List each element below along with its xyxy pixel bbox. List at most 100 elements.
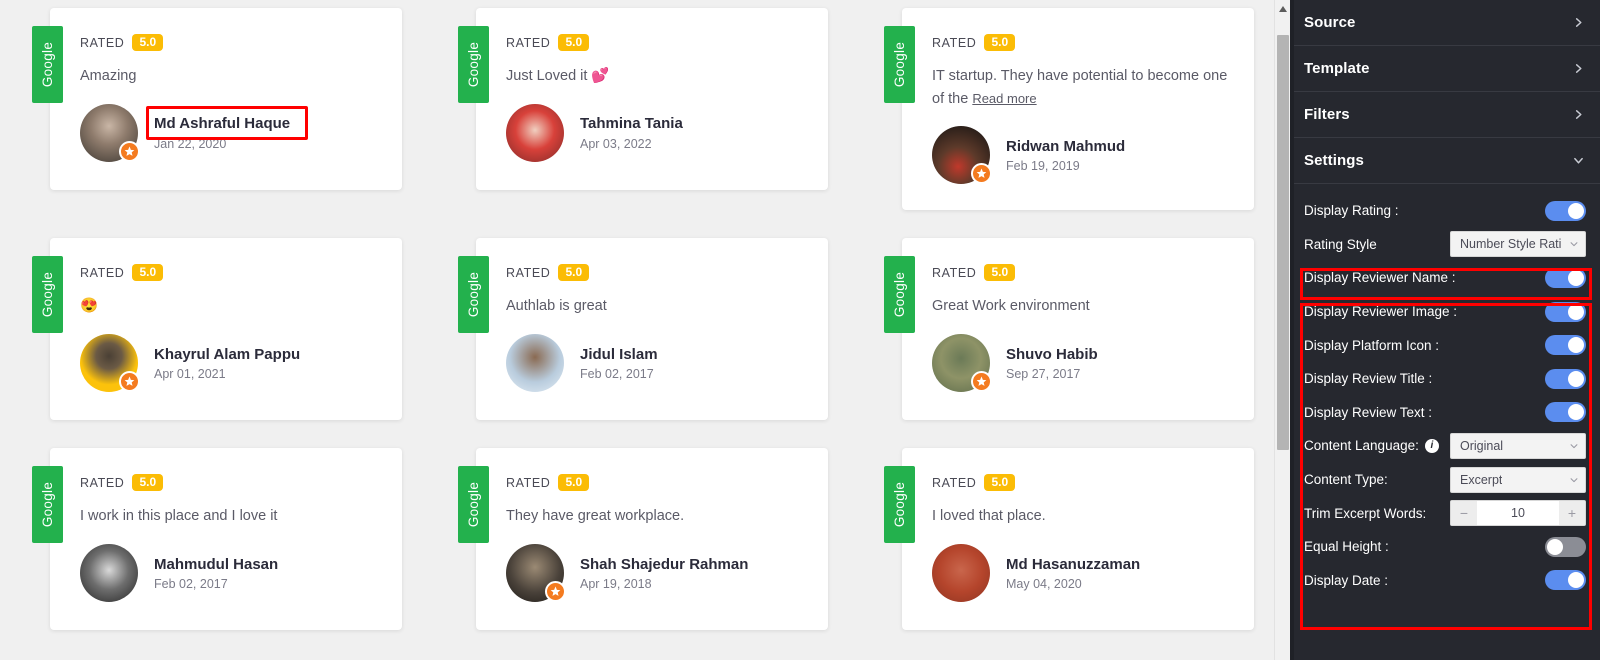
setting-label-text: Display Platform Icon : [1304, 337, 1440, 353]
rated-label: RATED [506, 35, 551, 50]
setting-label-text: Display Rating : [1304, 203, 1399, 219]
review-slot: Google RATED 5.0 😍 Khayrul Alam Pappu Apr 01,… [14, 238, 402, 421]
rated-label: RATED [506, 265, 551, 280]
chevron-right-icon[interactable] [1573, 109, 1584, 120]
review-card[interactable]: RATED 5.0 IT startup. They have potential … [902, 8, 1254, 211]
preview-scrollbar[interactable] [1274, 0, 1290, 660]
review-card[interactable]: RATED 5.0 😍 Khayrul Alam Pappu Apr 01, 2021 [50, 238, 402, 421]
scrollbar-thumb[interactable] [1277, 35, 1289, 450]
rated-label: RATED [932, 475, 977, 490]
avatar-wrap [506, 333, 564, 392]
platform-tab-label: Google [40, 482, 55, 528]
accordion-template[interactable]: Template [1290, 46, 1600, 92]
select-content-type[interactable]: Excerpt [1450, 466, 1586, 493]
review-text: I loved that place. [932, 508, 1046, 525]
review-text: 😍 [80, 298, 99, 315]
review-card[interactable]: RATED 5.0 Amazing Md Ashraful Haque Jan 22, … [50, 8, 402, 190]
setting-label-display-reviewer-image: Display Reviewer Image : [1304, 304, 1457, 319]
toggle-display-reviewer-image[interactable] [1545, 301, 1586, 322]
review-card[interactable]: RATED 5.0 Just Loved it 💕 Tahmina Tania Apr … [476, 8, 828, 190]
reviewer-name: Shah Shajedur Rahman [580, 555, 749, 573]
platform-tab-label: Google [892, 272, 907, 318]
toggle-knob [1568, 303, 1584, 320]
rated-label: RATED [80, 475, 125, 490]
stepper-decrement-button[interactable]: − [1451, 501, 1477, 526]
info-icon[interactable]: i [1424, 438, 1439, 453]
setting-label-text: Display Review Text : [1304, 404, 1433, 420]
reviewer-meta: Tahmina Tania Apr 03, 2022 [580, 114, 683, 151]
review-card[interactable]: RATED 5.0 I loved that place. Md Hasanuzzam… [902, 448, 1254, 631]
setting-label-text: Trim Excerpt Words: [1304, 505, 1427, 521]
chevron-right-icon[interactable] [1573, 63, 1584, 74]
stepper-increment-button[interactable]: + [1559, 501, 1585, 526]
setting-label-display-review-text: Display Review Text : [1304, 405, 1432, 420]
review-card[interactable]: RATED 5.0 I work in this place and I love … [50, 448, 402, 631]
reviewer-date: Apr 01, 2021 [154, 367, 226, 382]
review-slot: Google RATED 5.0 Just Loved it 💕 Tahmina Tan… [440, 8, 828, 210]
setting-label-display-rating: Display Rating : [1304, 203, 1399, 218]
reviewer-meta: Khayrul Alam Pappu Apr 01, 2021 [154, 345, 300, 382]
rated-label: RATED [932, 265, 977, 280]
select-rating-style[interactable]: Number Style Rati [1450, 231, 1586, 258]
rating-badge: 5.0 [984, 474, 1016, 492]
panel-left-edge [1290, 0, 1294, 660]
reviewer-name: Jidul Islam [580, 345, 658, 363]
rated-label: RATED [932, 35, 977, 50]
chevron-down-icon[interactable] [1573, 155, 1584, 166]
review-card[interactable]: RATED 5.0 Authlab is great Jidul Islam Feb 0… [476, 238, 828, 421]
star-glyph [976, 376, 987, 386]
reviewer-date: Jan 22, 2020 [154, 136, 227, 151]
accordion-list: Source Template Filters Settings [1290, 0, 1600, 184]
accordion-title: Settings [1304, 152, 1364, 169]
select-content-language[interactable]: Original [1450, 432, 1586, 459]
platform-tab-label: Google [466, 272, 481, 318]
stepper-trim-excerpt-words[interactable]: −10 + [1450, 500, 1586, 527]
toggle-knob [1568, 269, 1584, 286]
rating-badge: 5.0 [132, 474, 164, 492]
rating-badge: 5.0 [558, 34, 590, 51]
toggle-equal-height[interactable] [1545, 536, 1586, 557]
scroll-up-arrow-icon[interactable] [1275, 0, 1290, 17]
toggle-display-platform-icon[interactable] [1545, 335, 1586, 356]
rating-row: RATED 5.0 [506, 264, 802, 282]
rating-row: RATED 5.0 [80, 34, 376, 51]
toggle-display-date[interactable] [1545, 570, 1586, 591]
review-card[interactable]: RATED 5.0 They have great workplace. Shah S… [476, 448, 828, 631]
accordion-filters[interactable]: Filters [1290, 92, 1600, 138]
reviews-grid: Google RATED 5.0 Amazing Md Ashraful Haque Ja… [0, 0, 1290, 631]
chevron-down-icon [1569, 475, 1579, 485]
toggle-display-review-title[interactable] [1545, 368, 1586, 389]
select-value: Original [1460, 438, 1504, 453]
reviews-preview-area: Google RATED 5.0 Amazing Md Ashraful Haque Ja… [0, 0, 1290, 660]
stepper-value[interactable]: 10 [1477, 501, 1559, 526]
setting-label-display-date: Display Date : [1304, 573, 1388, 588]
platform-tab-google: Google [458, 26, 489, 103]
setting-row-display-review-text: Display Review Text : [1290, 396, 1600, 430]
reviewer-row: Tahmina Tania Apr 03, 2022 [506, 103, 802, 162]
chevron-right-icon[interactable] [1573, 17, 1584, 28]
review-slot: Google RATED 5.0 I work in this place and I… [14, 448, 402, 631]
reviewer-date: Apr 19, 2018 [580, 577, 652, 592]
reviewer-meta: Shuvo Habib Sep 27, 2017 [1006, 345, 1098, 382]
toggle-display-rating[interactable] [1545, 200, 1586, 221]
review-slot: Google RATED 5.0 I loved that place. Md Hasa… [866, 448, 1254, 631]
setting-row-equal-height: Equal Height : [1290, 530, 1600, 564]
platform-tab-label: Google [466, 482, 481, 528]
setting-label-text: Display Reviewer Image : [1304, 304, 1458, 320]
scrollbar-track[interactable] [1275, 17, 1290, 660]
reviewer-meta: Jidul Islam Feb 02, 2017 [580, 345, 658, 382]
toggle-knob [1568, 202, 1584, 219]
toggle-knob [1547, 538, 1563, 555]
accordion-settings[interactable]: Settings [1290, 138, 1600, 184]
toggle-display-reviewer-name[interactable] [1545, 267, 1586, 288]
rating-row: RATED 5.0 [80, 474, 376, 492]
review-text: Just Loved it 💕 [506, 68, 610, 84]
accordion-source[interactable]: Source [1290, 0, 1600, 46]
read-more-link[interactable]: Read more [972, 91, 1036, 106]
rating-row: RATED 5.0 [506, 34, 802, 51]
rated-label: RATED [80, 35, 125, 50]
setting-row-display-platform-icon: Display Platform Icon : [1290, 328, 1600, 362]
toggle-display-review-text[interactable] [1545, 402, 1586, 423]
reviewer-date: Sep 27, 2017 [1006, 367, 1081, 382]
review-card[interactable]: RATED 5.0 Great Work environment Shuvo Habi… [902, 238, 1254, 421]
